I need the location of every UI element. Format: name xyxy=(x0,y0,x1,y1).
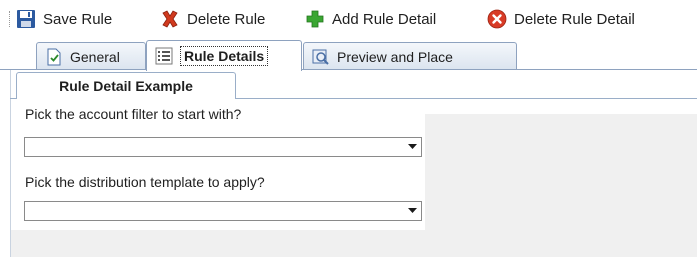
tab-rule-detail-example-label: Rule Detail Example xyxy=(59,78,193,94)
chevron-down-icon[interactable] xyxy=(403,202,421,220)
tab-rule-detail-example[interactable]: Rule Detail Example xyxy=(16,72,236,99)
delete-rule-detail-button[interactable]: Delete Rule Detail xyxy=(487,8,635,30)
distribution-template-label: Pick the distribution template to apply? xyxy=(25,174,265,190)
toolbar-grip[interactable] xyxy=(9,11,12,27)
chevron-down-icon[interactable] xyxy=(403,138,421,156)
add-plus-icon xyxy=(305,9,325,29)
tab-preview-and-place[interactable]: Preview and Place xyxy=(303,42,517,70)
save-rule-button[interactable]: Save Rule xyxy=(16,8,112,30)
toolbar: Save Rule Delete Rule Add Rule Detail De… xyxy=(0,0,697,40)
delete-rule-label: Delete Rule xyxy=(187,10,266,28)
delete-rule-detail-label: Delete Rule Detail xyxy=(514,10,635,28)
save-rule-label: Save Rule xyxy=(43,10,113,28)
delete-x-icon xyxy=(160,9,180,29)
add-rule-detail-label: Add Rule Detail xyxy=(332,10,437,28)
add-rule-detail-button[interactable]: Add Rule Detail xyxy=(305,8,436,30)
main-tab-strip: General Rule Details Preview and Place xyxy=(0,40,697,71)
list-icon xyxy=(155,47,173,65)
document-check-icon xyxy=(45,48,63,66)
account-filter-label: Pick the account filter to start with? xyxy=(25,106,242,122)
account-filter-dropdown[interactable] xyxy=(24,137,422,157)
tab-rule-details-label: Rule Details xyxy=(180,46,269,66)
save-icon xyxy=(16,9,36,29)
tab-rule-details[interactable]: Rule Details xyxy=(146,40,302,71)
distribution-template-dropdown[interactable] xyxy=(24,201,422,221)
tab-general[interactable]: General xyxy=(36,42,146,70)
delete-rule-button[interactable]: Delete Rule xyxy=(160,8,265,30)
tab-general-label: General xyxy=(70,48,120,65)
preview-icon xyxy=(312,48,330,66)
tab-preview-and-place-label: Preview and Place xyxy=(337,48,453,65)
delete-circle-icon xyxy=(487,9,507,29)
